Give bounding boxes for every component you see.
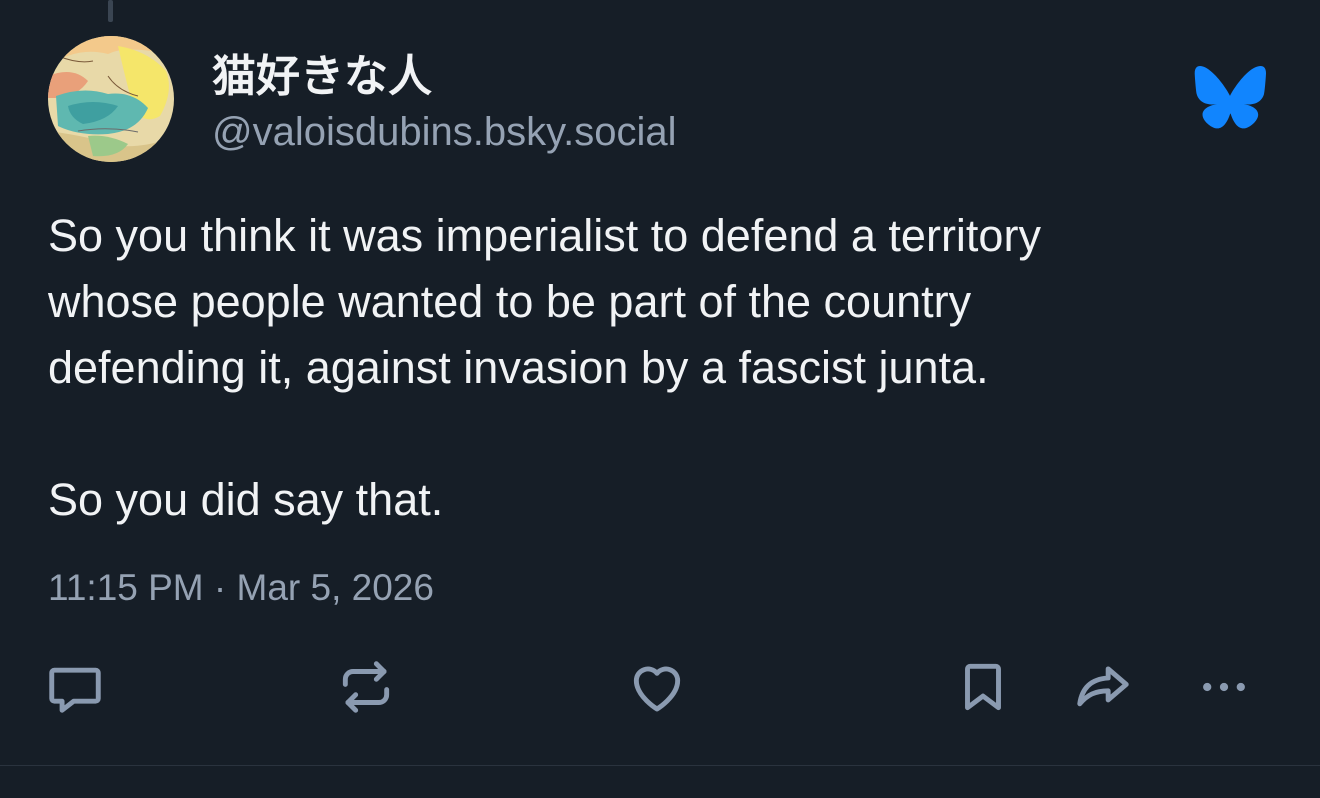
- bluesky-butterfly-icon: [1194, 66, 1266, 130]
- bookmark-button[interactable]: [951, 655, 1015, 719]
- avatar[interactable]: [48, 36, 174, 162]
- thread-connector-line: [108, 0, 113, 22]
- post-divider: [0, 765, 1320, 766]
- reply-icon: [49, 667, 101, 713]
- reply-button[interactable]: [43, 655, 107, 719]
- display-name[interactable]: 猫好きな人: [212, 40, 432, 104]
- post-header: 猫好きな人 @valoisdubins.bsky.social: [48, 36, 1272, 166]
- more-icon: [1203, 682, 1245, 692]
- map-avatar-image: [48, 36, 174, 162]
- repost-icon: [342, 661, 390, 713]
- post-body-text: So you think it was imperialist to defen…: [48, 210, 1041, 525]
- repost-button[interactable]: [334, 655, 398, 719]
- bookmark-icon: [965, 663, 1001, 711]
- post-timestamp[interactable]: 11:15 PM · Mar 5, 2026: [48, 567, 434, 609]
- user-handle[interactable]: @valoisdubins.bsky.social: [212, 110, 677, 155]
- share-icon: [1077, 666, 1129, 707]
- like-icon: [633, 666, 681, 712]
- share-button[interactable]: [1071, 655, 1135, 719]
- more-options-button[interactable]: [1192, 655, 1256, 719]
- post-action-bar: [0, 655, 1320, 725]
- like-button[interactable]: [625, 655, 689, 719]
